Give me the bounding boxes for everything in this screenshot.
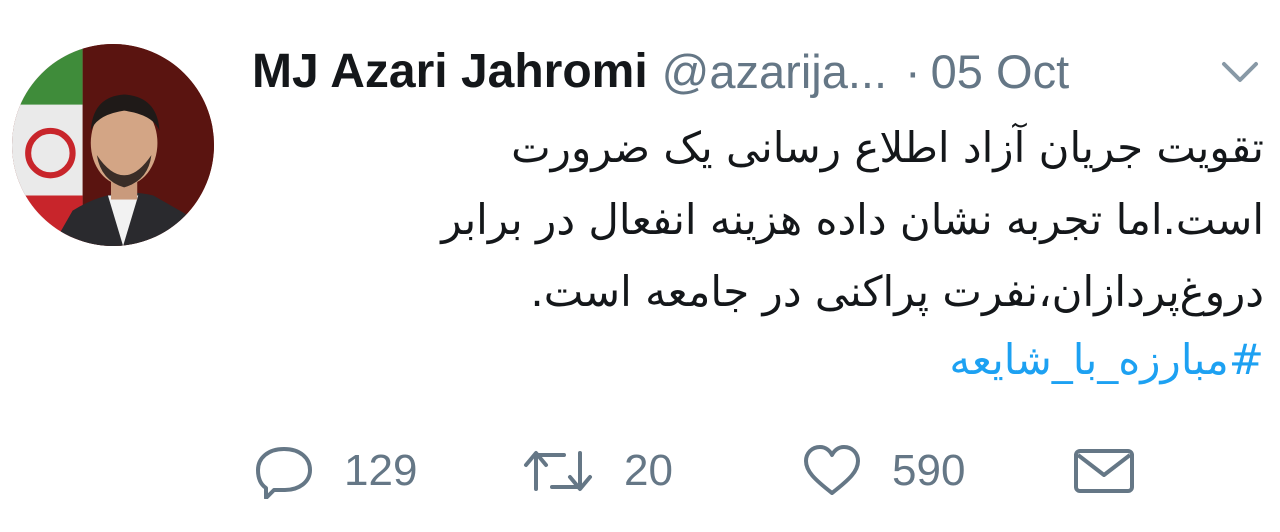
heart-icon — [804, 445, 860, 495]
retweet-icon — [524, 451, 592, 491]
retweet-button[interactable]: 20 — [522, 435, 673, 507]
like-count: 590 — [892, 446, 966, 495]
tweet-text-line: تقویت جریان آزاد اطلاع رسانی یک ضرورت — [511, 123, 1264, 172]
reply-count: 129 — [344, 446, 418, 495]
retweet-count: 20 — [624, 446, 673, 495]
author-handle[interactable]: @azarija... — [662, 44, 887, 99]
tweet-actions: 129 20 590 — [0, 435, 1280, 507]
chevron-down-icon[interactable] — [1218, 56, 1262, 88]
reply-button[interactable]: 129 — [254, 435, 417, 507]
tweet-header: MJ Azari Jahromi @azarija... · 05 Oct — [252, 38, 1262, 104]
envelope-icon — [1074, 449, 1134, 493]
tweet-text: تقویت جریان آزاد اطلاع رسانی یک ضرورت اس… — [364, 112, 1264, 328]
like-button[interactable]: 590 — [802, 435, 965, 507]
reply-icon — [256, 447, 312, 499]
hashtag-link[interactable]: #مبارزه_با_شایعه — [949, 324, 1264, 396]
avatar[interactable] — [12, 44, 214, 246]
direct-message-button[interactable] — [1072, 435, 1136, 507]
tweet-text-line: است.اما تجربه نشان داده هزینه انفعال در … — [441, 195, 1264, 244]
tweet-date[interactable]: 05 Oct — [931, 44, 1069, 99]
avatar-image — [12, 44, 214, 246]
author-name[interactable]: MJ Azari Jahromi — [252, 44, 648, 99]
separator-dot: · — [905, 44, 921, 98]
tweet-text-line: دروغ‌پردازان،نفرت پراکنی در جامعه است. — [530, 267, 1264, 316]
